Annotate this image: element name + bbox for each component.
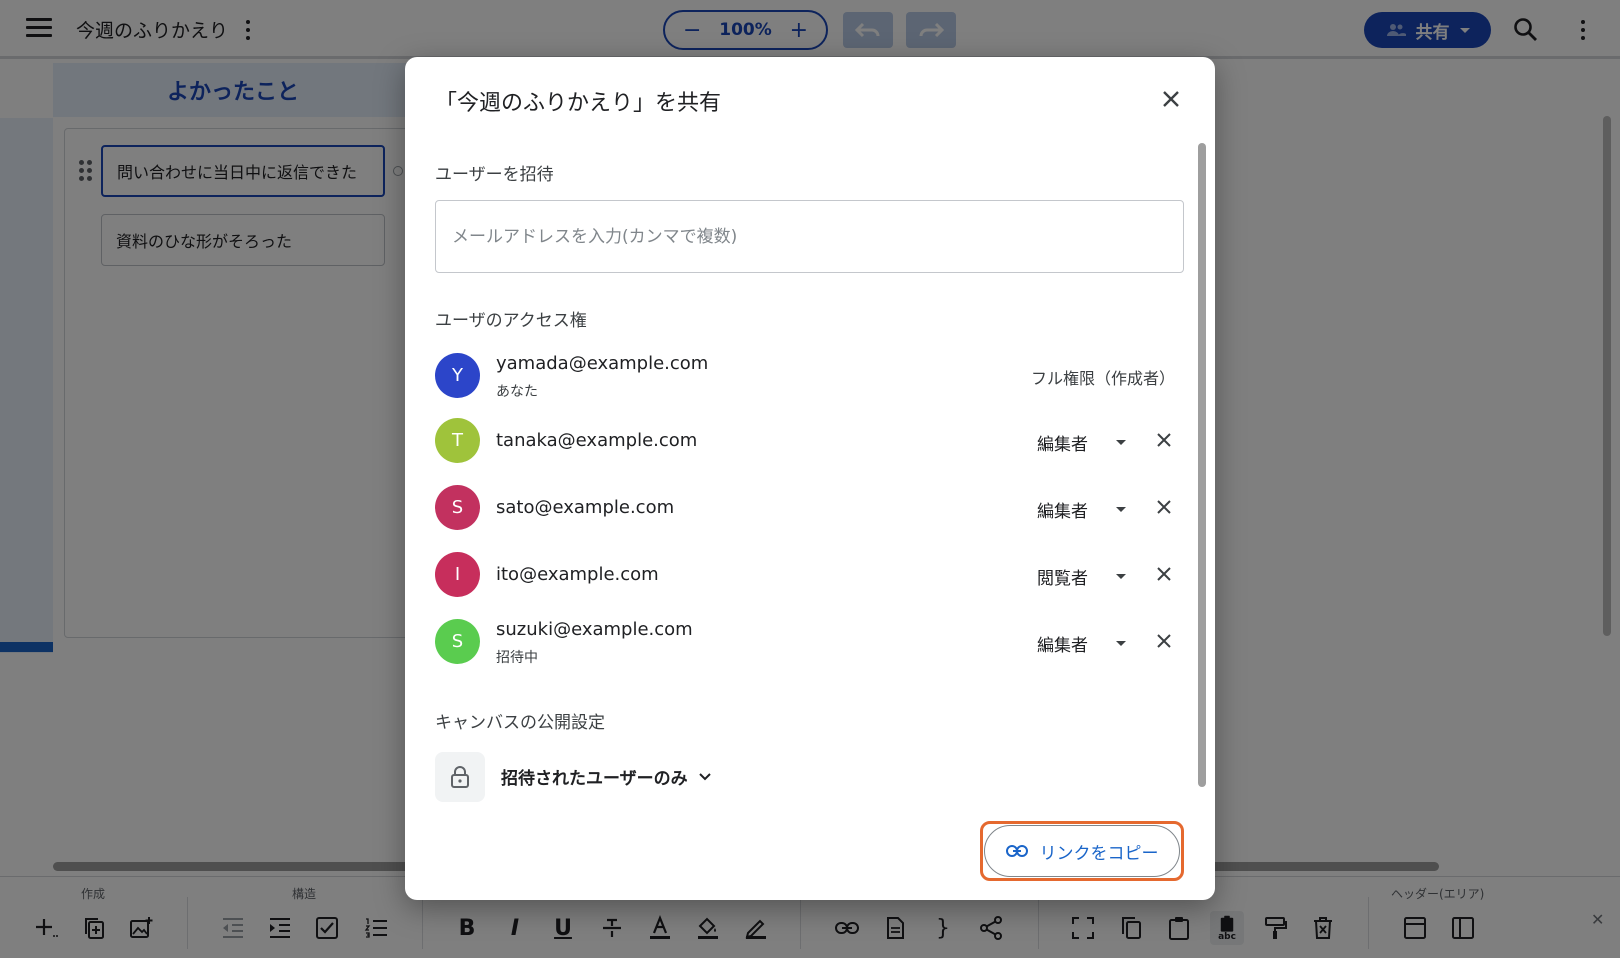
avatar: T — [435, 418, 480, 463]
avatar: S — [435, 485, 480, 530]
user-email: suzuki@example.com — [496, 619, 693, 640]
role-dropdown[interactable]: 編集者 — [1037, 497, 1126, 522]
remove-user-icon[interactable] — [1154, 564, 1174, 584]
role-label: 編集者 — [1037, 636, 1088, 656]
user-row: Y yamada@example.com あなた フル権限（作成者） — [435, 351, 1175, 401]
role-dropdown[interactable]: 編集者 — [1037, 631, 1126, 656]
user-email: yamada@example.com — [496, 353, 709, 374]
role-dropdown[interactable]: 編集者 — [1037, 430, 1126, 455]
role-label: 編集者 — [1037, 435, 1088, 455]
visibility-dropdown[interactable]: 招待されたユーザーのみ — [501, 764, 712, 789]
lock-badge — [435, 752, 485, 802]
invite-email-input[interactable] — [435, 200, 1184, 273]
visibility-label: キャンバスの公開設定 — [435, 713, 605, 733]
user-email: tanaka@example.com — [496, 430, 698, 451]
access-label: ユーザのアクセス権 — [435, 311, 587, 331]
remove-user-icon[interactable] — [1154, 430, 1174, 450]
dialog-scrollbar[interactable] — [1198, 143, 1206, 787]
role-dropdown[interactable]: 閲覧者 — [1037, 564, 1126, 589]
link-icon — [1005, 845, 1028, 857]
lock-icon — [451, 766, 469, 788]
user-row: T tanaka@example.com 編集者 — [435, 416, 1175, 466]
user-row: S sato@example.com 編集者 — [435, 483, 1175, 533]
user-role: フル権限（作成者） — [1030, 369, 1175, 388]
role-label: 編集者 — [1037, 502, 1088, 522]
user-note: あなた — [496, 384, 538, 400]
avatar: Y — [435, 353, 480, 398]
user-email: ito@example.com — [496, 564, 659, 585]
caret-down-icon — [1116, 440, 1126, 445]
remove-user-icon[interactable] — [1154, 497, 1174, 517]
user-email: sato@example.com — [496, 497, 675, 518]
role-label: 閲覧者 — [1037, 569, 1088, 589]
dialog-title: 「今週のふりかえり」を共有 — [435, 91, 722, 116]
avatar: S — [435, 619, 480, 664]
share-dialog: 「今週のふりかえり」を共有 ユーザーを招待 ユーザのアクセス権 Y yamada… — [405, 57, 1215, 900]
close-icon[interactable] — [1157, 85, 1185, 113]
copy-link-label: リンクをコピー — [1039, 843, 1159, 864]
user-row: S suzuki@example.com 招待中 編集者 — [435, 617, 1175, 667]
user-row: I ito@example.com 閲覧者 — [435, 550, 1175, 600]
user-note: 招待中 — [496, 650, 538, 666]
copy-link-button[interactable]: リンクをコピー — [984, 825, 1180, 877]
caret-down-icon — [1116, 641, 1126, 646]
visibility-value: 招待されたユーザーのみ — [501, 769, 688, 789]
caret-down-icon — [1116, 574, 1126, 579]
remove-user-icon[interactable] — [1154, 631, 1174, 651]
caret-down-icon — [1116, 507, 1126, 512]
chevron-down-icon — [698, 772, 711, 780]
invite-label: ユーザーを招待 — [435, 165, 554, 185]
avatar: I — [435, 552, 480, 597]
